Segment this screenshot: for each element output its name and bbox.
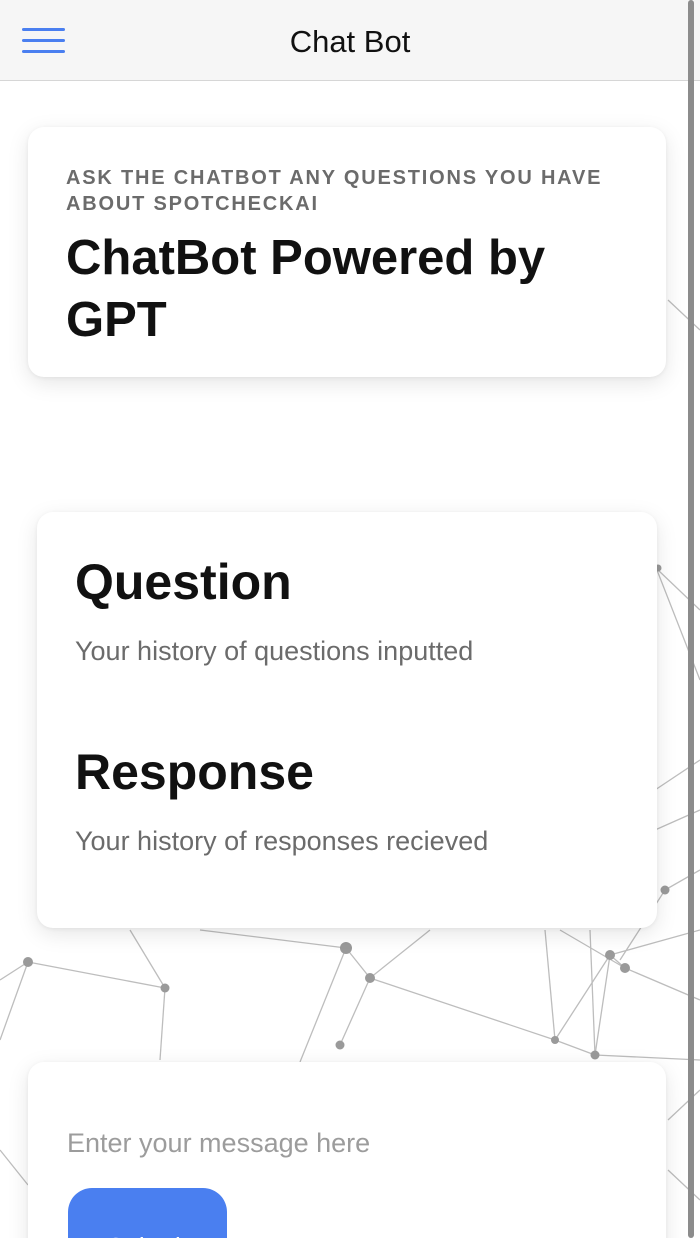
response-history-text: Your history of responses recieved xyxy=(75,826,489,856)
history-spacer xyxy=(75,668,619,742)
question-heading: Question xyxy=(75,554,292,610)
submit-button[interactable]: Submit xyxy=(68,1188,227,1238)
page-title: Chat Bot xyxy=(289,24,411,59)
intro-card: ASK THE CHATBOT ANY QUESTIONS YOU HAVE A… xyxy=(28,127,666,377)
page: Chat Bot ASK THE CHATBOT ANY QUESTIONS Y… xyxy=(0,0,700,1238)
question-history-text: Your history of questions inputted xyxy=(75,636,474,666)
message-input[interactable] xyxy=(65,1118,629,1168)
intro-eyebrow: ASK THE CHATBOT ANY QUESTIONS YOU HAVE A… xyxy=(66,167,603,215)
scrollbar[interactable] xyxy=(688,0,694,1238)
message-card: Submit xyxy=(28,1062,666,1238)
intro-title: ChatBot Powered by GPT xyxy=(66,231,546,347)
history-card: Question Your history of questions input… xyxy=(37,512,657,928)
top-bar: Chat Bot xyxy=(0,0,700,81)
response-heading: Response xyxy=(75,744,314,800)
